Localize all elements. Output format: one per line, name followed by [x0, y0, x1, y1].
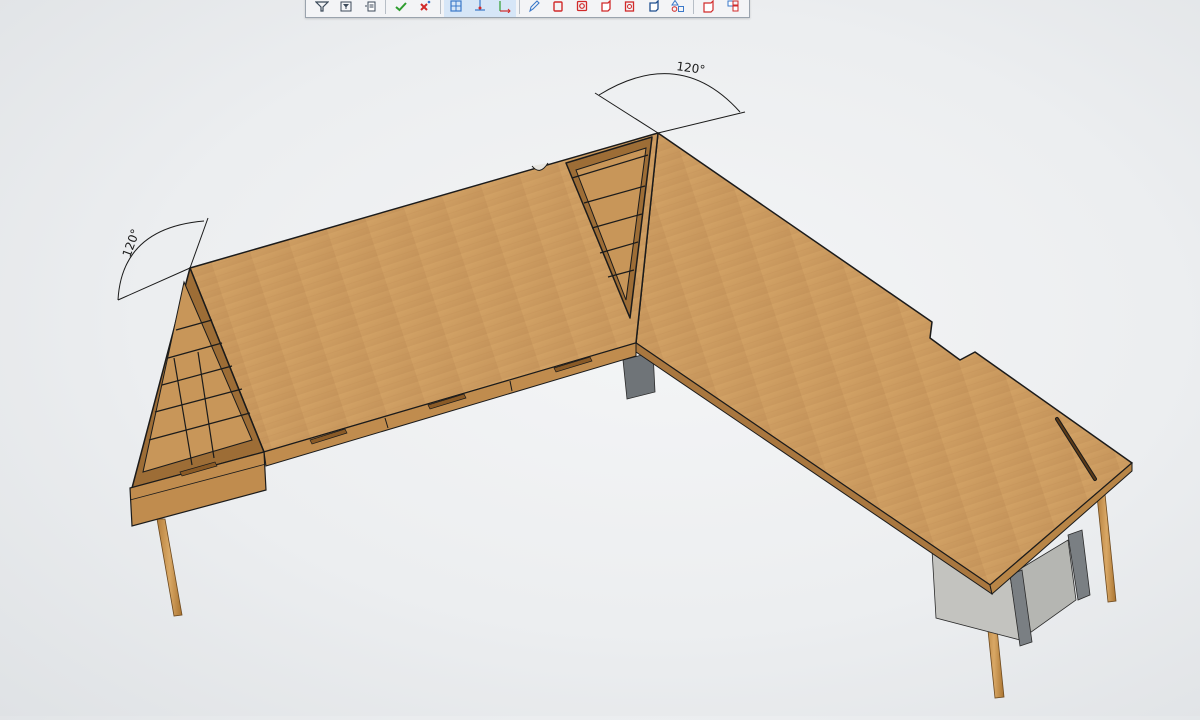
coordinate-system-icon — [498, 0, 511, 13]
assembly-button[interactable] — [722, 0, 744, 15]
face-select-button[interactable] — [547, 0, 569, 15]
3d-viewport[interactable]: 120° 120° — [0, 0, 1200, 716]
component-icon — [703, 0, 714, 13]
axis-icon — [474, 0, 485, 11]
reject-x-icon — [420, 0, 431, 11]
body-ring-icon — [625, 0, 635, 12]
toolbar-group-confirm — [389, 0, 437, 17]
toolbar-group-view — [443, 0, 516, 17]
component-button[interactable] — [698, 0, 720, 15]
filter-button[interactable] — [311, 0, 333, 15]
filter-list-button[interactable] — [335, 0, 357, 15]
toolbar-separator — [385, 0, 386, 14]
grid-view-button[interactable] — [445, 0, 467, 15]
toolbar-group-select — [522, 0, 690, 17]
copy-list-icon — [365, 1, 376, 11]
grid-view-icon — [449, 0, 462, 12]
solid-body-button[interactable] — [595, 0, 617, 15]
view-toolbar — [305, 0, 750, 18]
body-ring-button[interactable] — [619, 0, 641, 15]
accept-button[interactable] — [390, 0, 412, 15]
toolbar-separator — [439, 0, 441, 14]
face-loop-button[interactable] — [571, 0, 593, 15]
sketch-button[interactable] — [523, 0, 545, 15]
copy-list-button[interactable] — [359, 0, 381, 15]
toolbar-group-filter — [310, 0, 382, 17]
shapes-icon — [671, 0, 685, 12]
solid-body-icon — [601, 0, 611, 12]
sketch-pencil-icon — [529, 0, 541, 12]
angle-label-left: 120° — [120, 227, 143, 259]
right-desk-wing — [635, 132, 1133, 596]
face-loop-icon — [577, 0, 588, 11]
toolbar-separator — [693, 0, 694, 14]
angle-label-top: 120° — [676, 59, 707, 77]
angle-dimension-top: 120° — [594, 59, 746, 134]
filter-list-icon — [340, 1, 352, 11]
filter-icon — [315, 0, 329, 12]
toolbar-group-component — [697, 0, 745, 17]
coordinate-system-button[interactable] — [493, 0, 515, 15]
reject-button[interactable] — [414, 0, 436, 15]
body-outline-button[interactable] — [643, 0, 665, 15]
axis-button[interactable] — [469, 0, 491, 15]
accept-check-icon — [395, 1, 407, 11]
assembly-icon — [727, 0, 739, 11]
toolbar-separator — [518, 0, 520, 14]
face-select-icon — [553, 0, 563, 12]
body-outline-icon — [649, 0, 659, 12]
shapes-button[interactable] — [667, 0, 689, 15]
model-canvas[interactable]: 120° 120° — [0, 0, 1200, 716]
